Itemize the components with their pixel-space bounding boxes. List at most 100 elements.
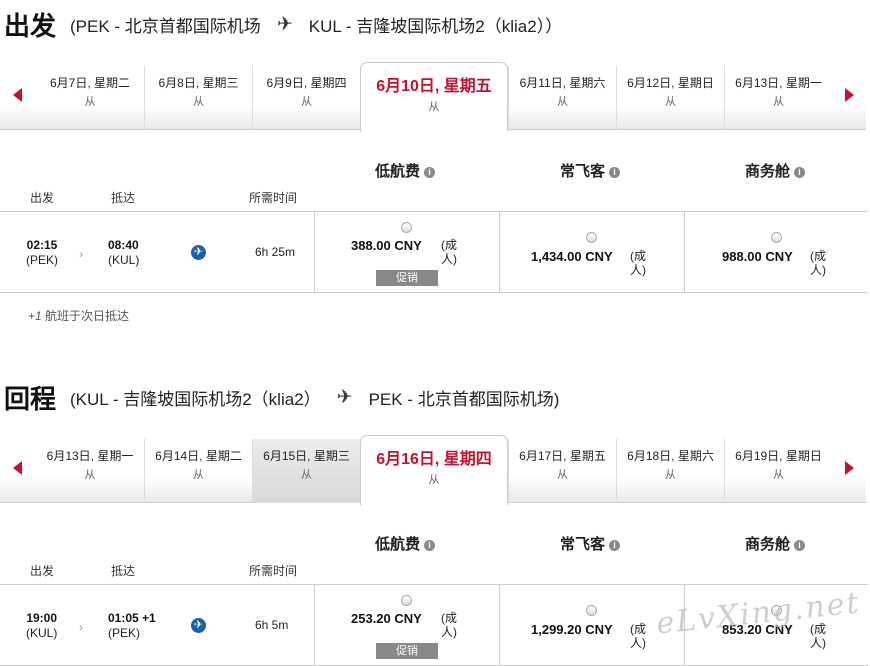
date-sub: 从 bbox=[665, 469, 676, 481]
chevron-right-icon[interactable] bbox=[845, 88, 854, 102]
column-depart: 出发 bbox=[30, 564, 55, 578]
route-origin: (PEK - 北京首都国际机场 bbox=[70, 16, 261, 36]
arrival-time: 01:05 +1 bbox=[108, 611, 156, 625]
date-sub: 从 bbox=[557, 96, 568, 108]
route: (PEK - 北京首都国际机场 ✈ KUL - 吉隆坡国际机场2（klia2）） bbox=[70, 12, 562, 37]
column-arrive: 抵达 bbox=[111, 564, 136, 578]
date-label: 6月15日, 星期三 bbox=[263, 449, 350, 463]
date-tab[interactable]: 6月12日, 星期日 从 bbox=[616, 66, 724, 130]
route-destination: KUL - 吉隆坡国际机场2（klia2）） bbox=[308, 16, 563, 36]
return-header: 回程 (KUL - 吉隆坡国际机场2（klia2） ✈ PEK - 北京首都国际… bbox=[4, 381, 559, 415]
date-sub: 从 bbox=[773, 469, 784, 481]
fare-radio[interactable] bbox=[771, 232, 782, 243]
next-day-marker: +1 bbox=[28, 309, 42, 323]
date-tab[interactable]: 6月9日, 星期四 从 bbox=[252, 66, 360, 130]
airplane-icon: ✈ bbox=[276, 13, 293, 35]
date-label: 6月14日, 星期二 bbox=[155, 449, 242, 463]
departure: 19:00 (KUL) bbox=[26, 611, 57, 640]
column-duration: 所需时间 bbox=[249, 191, 298, 205]
fare-header-economy: 低航费 i bbox=[375, 533, 436, 554]
date-tab[interactable]: 6月17日, 星期五 从 bbox=[508, 439, 616, 503]
departure-airport: (KUL) bbox=[26, 626, 58, 640]
departure: 02:15 (PEK) bbox=[26, 238, 58, 267]
date-tab[interactable]: 6月13日, 星期一 从 bbox=[36, 439, 144, 503]
info-icon[interactable]: i bbox=[424, 540, 436, 551]
column-depart: 出发 bbox=[30, 191, 55, 205]
fare-radio[interactable] bbox=[586, 232, 597, 243]
date-sub: 从 bbox=[301, 96, 312, 108]
fare-radio[interactable] bbox=[401, 595, 412, 606]
flight-duration: 6h 25m bbox=[255, 245, 296, 259]
date-tab[interactable]: 6月14日, 星期二 从 bbox=[144, 439, 252, 503]
fare-radio[interactable] bbox=[401, 222, 412, 233]
route: (KUL - 吉隆坡国际机场2（klia2） ✈ PEK - 北京首都国际机场) bbox=[70, 385, 559, 410]
info-icon[interactable]: i bbox=[794, 540, 806, 551]
date-tab-selected[interactable]: 6月10日, 星期五 从 bbox=[360, 62, 508, 132]
date-tab[interactable]: 6月19日, 星期日 从 bbox=[724, 439, 832, 503]
fare-header-business: 商务舱 i bbox=[745, 160, 806, 181]
promo-badge: 促销 bbox=[376, 270, 438, 286]
fare-pax: (成人) bbox=[630, 622, 646, 650]
departure-time: 19:00 bbox=[26, 611, 58, 625]
column-arrive: 抵达 bbox=[111, 191, 136, 205]
date-sub: 从 bbox=[665, 96, 676, 108]
chevron-left-icon[interactable] bbox=[13, 461, 22, 475]
fare-pax: (成人) bbox=[630, 249, 646, 277]
airline-logo-icon[interactable]: ✈ bbox=[191, 618, 206, 633]
route-origin: (KUL - 吉隆坡国际机场2（klia2） bbox=[70, 389, 321, 409]
fare-cell-frequent-flyer[interactable]: 1,434.00 CNY (成人) bbox=[499, 212, 684, 292]
fare-header-frequent-flyer: 常飞客 i bbox=[560, 160, 621, 181]
flight-row: 02:15 (PEK) › 08:40 (KUL) ✈ 6h 25m 388.0… bbox=[0, 211, 868, 293]
column-duration: 所需时间 bbox=[249, 564, 298, 578]
date-sub: 从 bbox=[193, 96, 204, 108]
date-sub: 从 bbox=[773, 96, 784, 108]
date-label: 6月18日, 星期六 bbox=[627, 449, 714, 463]
fare-price: 253.20 CNY bbox=[351, 611, 422, 626]
info-icon[interactable]: i bbox=[609, 167, 621, 178]
date-sub: 从 bbox=[428, 101, 440, 113]
fare-cell-economy[interactable]: 253.20 CNY (成人) 促销 bbox=[314, 585, 499, 665]
date-label: 6月7日, 星期二 bbox=[49, 76, 131, 90]
fare-header-label: 常飞客 bbox=[560, 163, 606, 180]
date-sub: 从 bbox=[557, 469, 568, 481]
fare-cell-business[interactable]: 988.00 CNY (成人) bbox=[684, 212, 868, 292]
chevron-left-icon[interactable] bbox=[13, 88, 22, 102]
date-label: 6月13日, 星期一 bbox=[46, 449, 134, 463]
fare-header-business: 商务舱 i bbox=[745, 533, 806, 554]
departure-airport: (PEK) bbox=[26, 253, 59, 267]
chevron-right-icon[interactable] bbox=[845, 461, 854, 475]
airplane-icon: ✈ bbox=[336, 386, 353, 408]
arrival-airport: (KUL) bbox=[108, 253, 140, 267]
fare-pax: (成人) bbox=[810, 249, 826, 277]
fare-header-label: 低航费 bbox=[375, 163, 421, 180]
date-label: 6月9日, 星期四 bbox=[266, 76, 347, 90]
info-icon[interactable]: i bbox=[424, 167, 436, 178]
airline-logo-icon[interactable]: ✈ bbox=[191, 245, 206, 260]
fare-price: 388.00 CNY bbox=[351, 238, 422, 253]
next-day-note: +1 航班于次日抵达 bbox=[28, 307, 129, 324]
fare-cell-economy[interactable]: 388.00 CNY (成人) 促销 bbox=[314, 212, 499, 292]
date-label: 6月17日, 星期五 bbox=[519, 449, 606, 463]
date-sub: 从 bbox=[428, 474, 440, 486]
fare-header-label: 常飞客 bbox=[560, 536, 606, 553]
flight-duration: 6h 5m bbox=[255, 618, 289, 632]
date-sub: 从 bbox=[193, 469, 204, 481]
date-tab-selected[interactable]: 6月16日, 星期四 从 bbox=[360, 435, 508, 505]
fare-header-frequent-flyer: 常飞客 i bbox=[560, 533, 621, 554]
date-tab[interactable]: 6月7日, 星期二 从 bbox=[36, 66, 144, 130]
fare-header-label: 商务舱 bbox=[745, 536, 791, 553]
date-tab[interactable]: 6月13日, 星期一 从 bbox=[724, 66, 832, 130]
fare-radio[interactable] bbox=[586, 605, 597, 616]
arrival: 08:40 (KUL) bbox=[108, 238, 139, 267]
date-label: 6月19日, 星期日 bbox=[735, 449, 822, 463]
fare-header-label: 低航费 bbox=[375, 536, 421, 553]
date-label: 6月8日, 星期三 bbox=[158, 76, 239, 90]
date-tab[interactable]: 6月8日, 星期三 从 bbox=[144, 66, 252, 130]
date-tab[interactable]: 6月18日, 星期六 从 bbox=[616, 439, 724, 503]
date-sub: 从 bbox=[301, 469, 312, 481]
info-icon[interactable]: i bbox=[609, 540, 621, 551]
info-icon[interactable]: i bbox=[794, 167, 806, 178]
date-tab[interactable]: 6月15日, 星期三 从 bbox=[252, 439, 360, 503]
fare-price: 1,299.20 CNY bbox=[531, 622, 613, 637]
date-tab[interactable]: 6月11日, 星期六 从 bbox=[508, 66, 616, 130]
